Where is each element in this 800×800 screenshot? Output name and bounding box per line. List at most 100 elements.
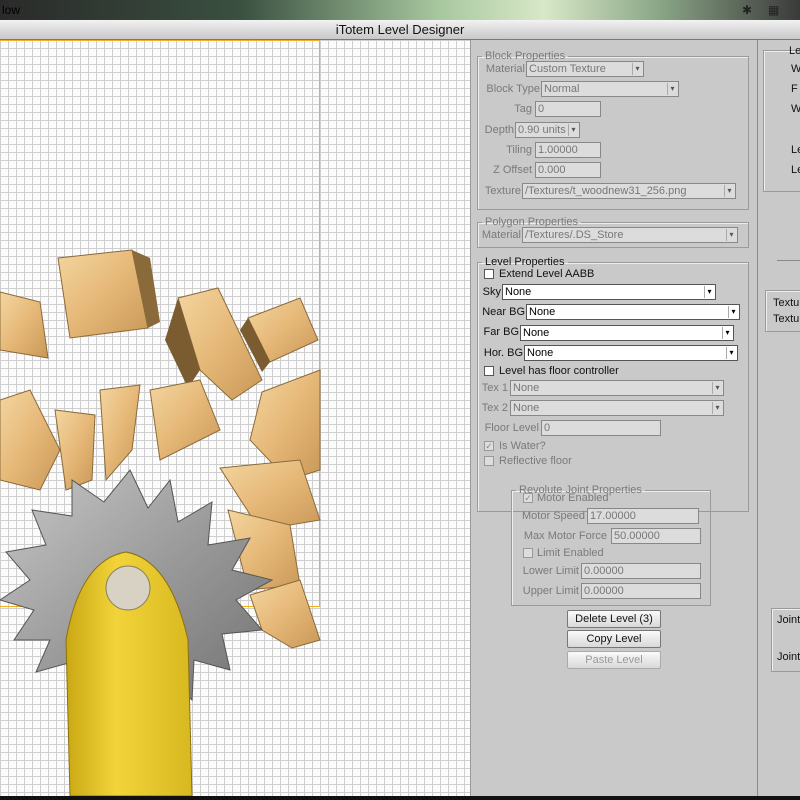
polygon-material-select-value: /Textures/.DS_Store xyxy=(525,229,624,241)
depth-label: Depth xyxy=(484,124,514,136)
right-panel-label: Textur xyxy=(773,297,800,309)
motor-speed-label: Motor Speed xyxy=(522,510,585,522)
chevron-down-icon: ▾ xyxy=(722,327,732,339)
lower-limit-label: Lower Limit xyxy=(522,565,579,577)
block-type-select-value: Normal xyxy=(544,83,580,95)
tag-label: Tag xyxy=(514,103,532,115)
limit-enabled-checkbox[interactable] xyxy=(523,548,533,558)
level-scene[interactable] xyxy=(0,40,470,796)
far-bg-select[interactable]: None ▾ xyxy=(520,325,734,341)
far-bg-label: Far BG xyxy=(483,326,519,338)
hor-bg-select-value: None xyxy=(527,347,554,359)
floor-level-label: Floor Level xyxy=(484,422,539,434)
right-panel-label: W xyxy=(791,63,800,75)
tex2-select-value: None xyxy=(513,402,540,414)
right-panel-label: Le xyxy=(791,144,800,156)
right-panel-legend: Le xyxy=(789,45,800,57)
right-panel-label: Le xyxy=(791,164,800,176)
z-offset-label: Z Offset xyxy=(493,164,532,176)
depth-select[interactable]: 0.90 units ▾ xyxy=(515,122,580,138)
paste-level-button[interactable]: Paste Level xyxy=(567,651,661,669)
reflective-floor-checkbox[interactable] xyxy=(484,456,494,466)
material-label: Material xyxy=(485,63,525,75)
app-menu-name[interactable]: low xyxy=(2,3,20,17)
right-panel-label: Joint xyxy=(777,614,800,626)
block-type-select[interactable]: Normal ▾ xyxy=(541,81,679,97)
right-panel-rule xyxy=(777,260,800,261)
right-panel-label: Textur xyxy=(773,313,800,325)
spaces-icon[interactable]: ▦ xyxy=(768,3,779,17)
sky-select-value: None xyxy=(505,286,532,298)
tex1-select[interactable]: None ▾ xyxy=(510,380,724,396)
upper-limit-label: Upper Limit xyxy=(522,585,579,597)
chevron-down-icon: ▾ xyxy=(726,229,736,241)
level-properties-legend: Level Properties xyxy=(485,256,565,268)
near-bg-select-value: None xyxy=(529,306,556,318)
limit-enabled-label: Limit Enabled xyxy=(537,547,604,559)
wood-block[interactable] xyxy=(149,379,221,461)
near-bg-label: Near BG xyxy=(482,306,525,318)
upper-limit-field[interactable]: 0.00000 xyxy=(581,583,701,599)
material-select[interactable]: Custom Texture ▾ xyxy=(526,61,644,77)
wood-block[interactable] xyxy=(57,249,160,339)
z-offset-field[interactable]: 0.000 xyxy=(535,162,601,178)
reflective-floor-label: Reflective floor xyxy=(499,455,572,467)
near-bg-select[interactable]: None ▾ xyxy=(526,304,740,320)
window-title-bar: iTotem Level Designer xyxy=(0,20,800,40)
motor-enabled-label: Motor Enabled xyxy=(537,492,609,504)
hor-bg-label: Hor. BG xyxy=(483,347,523,359)
motor-speed-field[interactable]: 17.00000 xyxy=(587,508,699,524)
lower-limit-field[interactable]: 0.00000 xyxy=(581,563,701,579)
extend-aabb-checkbox[interactable] xyxy=(484,269,494,279)
motor-enabled-checkbox[interactable]: ✓ xyxy=(523,493,533,503)
sky-select[interactable]: None ▾ xyxy=(502,284,716,300)
chevron-down-icon: ▾ xyxy=(568,124,578,136)
max-motor-force-field[interactable]: 50.00000 xyxy=(611,528,701,544)
copy-level-button[interactable]: Copy Level xyxy=(567,630,661,648)
chevron-down-icon: ▾ xyxy=(704,286,714,298)
system-menu-bar: low ✱ ▦ xyxy=(0,0,800,20)
polygon-material-select[interactable]: /Textures/.DS_Store ▾ xyxy=(522,227,738,243)
tiling-label: Tiling xyxy=(506,144,532,156)
delete-level-button[interactable]: Delete Level (3) xyxy=(567,610,661,628)
level-viewport[interactable] xyxy=(0,40,470,796)
wood-block[interactable] xyxy=(0,291,49,359)
chevron-down-icon: ▾ xyxy=(724,185,734,197)
wood-block[interactable] xyxy=(249,579,321,649)
wood-block[interactable] xyxy=(0,389,96,491)
chevron-down-icon: ▾ xyxy=(726,347,736,359)
chevron-down-icon: ▾ xyxy=(632,63,642,75)
chevron-down-icon: ▾ xyxy=(667,83,677,95)
chevron-down-icon: ▾ xyxy=(712,382,722,394)
bottom-edge xyxy=(0,796,800,800)
texture-label: Texture xyxy=(484,185,521,197)
floor-controller-checkbox[interactable] xyxy=(484,366,494,376)
right-panel-label: W xyxy=(791,103,800,115)
extend-aabb-label: Extend Level AABB xyxy=(499,268,595,280)
floor-controller-label: Level has floor controller xyxy=(499,365,619,377)
far-bg-select-value: None xyxy=(523,327,550,339)
is-water-checkbox[interactable]: ✓ xyxy=(484,441,494,451)
polygon-material-label: Material xyxy=(481,229,521,241)
hor-bg-select[interactable]: None ▾ xyxy=(524,345,738,361)
depth-select-value: 0.90 units xyxy=(518,124,566,136)
is-water-label: Is Water? xyxy=(499,440,546,452)
right-panel-label: F xyxy=(791,83,798,95)
tex2-label: Tex 2 xyxy=(481,402,508,414)
tag-field[interactable]: 0 xyxy=(535,101,601,117)
material-select-value: Custom Texture xyxy=(529,63,606,75)
floor-level-field[interactable]: 0 xyxy=(541,420,661,436)
texture-select[interactable]: /Textures/t_woodnew31_256.png ▾ xyxy=(522,183,736,199)
tex1-label: Tex 1 xyxy=(481,382,508,394)
bluetooth-icon[interactable]: ✱ xyxy=(742,3,752,17)
tex2-select[interactable]: None ▾ xyxy=(510,400,724,416)
sky-label: Sky xyxy=(482,286,501,298)
panel-divider xyxy=(757,40,758,796)
tiling-field[interactable]: 1.00000 xyxy=(535,142,601,158)
max-motor-force-label: Max Motor Force xyxy=(523,530,607,542)
wood-block[interactable] xyxy=(99,384,141,482)
tex1-select-value: None xyxy=(513,382,540,394)
right-panel-label: Joint xyxy=(777,651,800,663)
block-type-label: Block Type xyxy=(486,83,540,95)
properties-sidebar: Block Properties Material Custom Texture… xyxy=(470,40,800,796)
